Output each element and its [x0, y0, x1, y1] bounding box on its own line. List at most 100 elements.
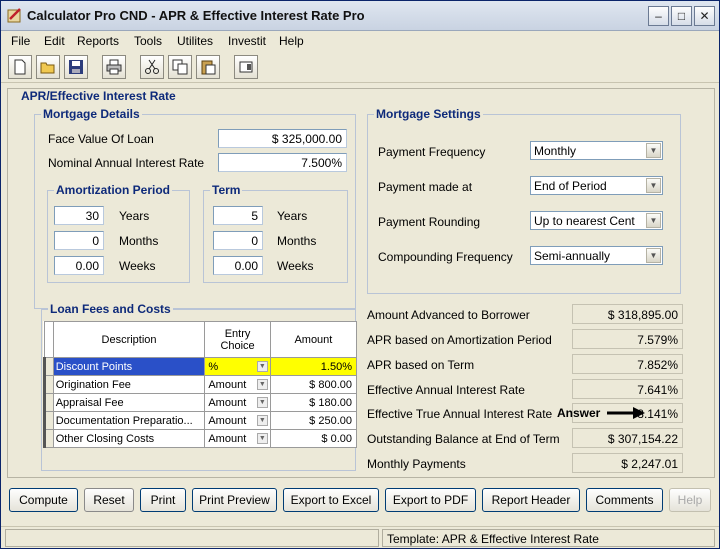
- term-years-label: Years: [277, 209, 308, 223]
- face-value-field[interactable]: $ 325,000.00: [218, 129, 347, 148]
- fee-amount[interactable]: $ 250.00: [269, 411, 358, 430]
- print-preview-button[interactable]: Print Preview: [192, 488, 277, 512]
- menu-bar: File Edit Reports Tools Utilites Investi…: [1, 31, 719, 51]
- amort-years-field[interactable]: 30: [54, 206, 104, 225]
- term-months-field[interactable]: 0: [213, 231, 263, 250]
- menu-edit[interactable]: Edit: [44, 34, 65, 48]
- menu-investit[interactable]: Investit: [228, 34, 266, 48]
- fee-choice[interactable]: Amount ▼: [204, 393, 271, 412]
- calculator-button[interactable]: [234, 55, 258, 79]
- arrow-right-icon: [607, 407, 645, 419]
- fee-amount[interactable]: $ 180.00: [269, 393, 358, 412]
- payment-frequency-select[interactable]: Monthly ▼: [530, 141, 663, 160]
- table-row[interactable]: Other Closing Costs Amount ▼ $ 0.00: [43, 429, 358, 448]
- paste-button[interactable]: [196, 55, 220, 79]
- fee-description[interactable]: Other Closing Costs: [52, 429, 206, 448]
- amortization-title: Amortization Period: [54, 183, 173, 197]
- menu-utilites[interactable]: Utilites: [177, 34, 213, 48]
- term-weeks-field[interactable]: 0.00: [213, 256, 263, 275]
- comments-button[interactable]: Comments: [586, 488, 663, 512]
- mortgage-details-group: Mortgage Details Face Value Of Loan $ 32…: [34, 107, 356, 309]
- open-button[interactable]: [36, 55, 60, 79]
- mortgage-settings-title: Mortgage Settings: [374, 107, 483, 121]
- fee-description[interactable]: Origination Fee: [52, 375, 206, 394]
- fee-amount[interactable]: 1.50%: [269, 357, 358, 376]
- maximize-button[interactable]: □: [671, 6, 692, 26]
- main-panel: APR/Effective Interest Rate Mortgage Det…: [7, 88, 715, 478]
- compounding-select[interactable]: Semi-annually ▼: [530, 246, 663, 265]
- report-header-button[interactable]: Report Header: [482, 488, 580, 512]
- mortgage-details-title: Mortgage Details: [41, 107, 142, 121]
- export-excel-button[interactable]: Export to Excel: [283, 488, 379, 512]
- table-row[interactable]: Discount Points % ▼ 1.50%: [43, 357, 358, 376]
- minimize-button[interactable]: –: [648, 6, 669, 26]
- title-bar: Calculator Pro CND - APR & Effective Int…: [1, 1, 719, 31]
- apr-amortization-value: 7.579%: [572, 329, 683, 349]
- header-entry: Entry: [224, 327, 251, 340]
- row-selector[interactable]: [43, 375, 54, 394]
- new-button[interactable]: [8, 55, 32, 79]
- menu-file[interactable]: File: [11, 34, 30, 48]
- status-left: [5, 529, 379, 547]
- chevron-down-icon: ▼: [256, 397, 268, 408]
- table-row[interactable]: Origination Fee Amount ▼ $ 800.00: [43, 375, 358, 394]
- fee-description[interactable]: Appraisal Fee: [52, 393, 206, 412]
- amount-advanced-value: $ 318,895.00: [572, 304, 683, 324]
- export-pdf-button[interactable]: Export to PDF: [385, 488, 476, 512]
- print-button[interactable]: [102, 55, 126, 79]
- term-title: Term: [210, 183, 243, 197]
- payment-rounding-select[interactable]: Up to nearest Cent ▼: [530, 211, 663, 230]
- menu-help[interactable]: Help: [279, 34, 304, 48]
- fee-amount[interactable]: $ 800.00: [269, 375, 358, 394]
- interest-rate-field[interactable]: 7.500%: [218, 153, 347, 172]
- row-selector[interactable]: [43, 411, 54, 430]
- save-icon: [69, 60, 83, 74]
- compounding-value: Semi-annually: [534, 249, 611, 263]
- amort-months-field[interactable]: 0: [54, 231, 104, 250]
- cut-icon: [145, 59, 159, 74]
- fee-choice[interactable]: Amount ▼: [204, 411, 271, 430]
- row-selector[interactable]: [43, 393, 54, 412]
- chevron-down-icon: ▼: [256, 361, 268, 372]
- fee-amount[interactable]: $ 0.00: [269, 429, 358, 448]
- open-icon: [40, 62, 55, 74]
- calculator-icon: [239, 61, 253, 73]
- menu-tools[interactable]: Tools: [134, 34, 162, 48]
- payment-made-select[interactable]: End of Period ▼: [530, 176, 663, 195]
- table-row[interactable]: Appraisal Fee Amount ▼ $ 180.00: [43, 393, 358, 412]
- close-button[interactable]: ✕: [694, 6, 715, 26]
- apr-term-label: APR based on Term: [367, 358, 475, 372]
- payment-frequency-value: Monthly: [534, 144, 577, 158]
- monthly-payments-value: $ 2,247.01: [572, 453, 683, 473]
- menu-reports[interactable]: Reports: [77, 34, 119, 48]
- save-button[interactable]: [64, 55, 88, 79]
- term-group: Term 5 Years 0 Months 0.00 Weeks: [203, 183, 348, 283]
- fee-choice[interactable]: Amount ▼: [204, 429, 271, 448]
- loan-fees-group: Loan Fees and Costs Description Entry Cho…: [41, 302, 358, 471]
- row-selector[interactable]: [43, 357, 54, 376]
- copy-button[interactable]: [168, 55, 192, 79]
- payment-frequency-label: Payment Frequency: [378, 145, 486, 159]
- help-button[interactable]: Help: [669, 488, 711, 512]
- term-years-field[interactable]: 5: [213, 206, 263, 225]
- status-template: Template: APR & Effective Interest Rate: [382, 529, 715, 547]
- balance-value: $ 307,154.22: [572, 428, 683, 448]
- row-selector[interactable]: [43, 429, 54, 448]
- fee-choice[interactable]: Amount ▼: [204, 375, 271, 394]
- chevron-down-icon: ▼: [646, 143, 661, 158]
- print-button[interactable]: Print: [140, 488, 186, 512]
- compute-button[interactable]: Compute: [9, 488, 78, 512]
- amort-weeks-field[interactable]: 0.00: [54, 256, 104, 275]
- header-entry-choice: Entry Choice: [204, 321, 271, 358]
- fee-choice[interactable]: % ▼: [204, 357, 271, 376]
- fee-choice-value: Amount: [208, 378, 247, 391]
- table-row[interactable]: Documentation Preparatio... Amount ▼ $ 25…: [43, 411, 358, 430]
- amount-advanced-label: Amount Advanced to Borrower: [367, 308, 530, 322]
- reset-button[interactable]: Reset: [84, 488, 134, 512]
- compounding-label: Compounding Frequency: [378, 250, 513, 264]
- payment-made-value: End of Period: [534, 179, 607, 193]
- cut-button[interactable]: [140, 55, 164, 79]
- term-weeks-label: Weeks: [277, 259, 314, 273]
- fee-description[interactable]: Documentation Preparatio...: [52, 411, 206, 430]
- fee-description[interactable]: Discount Points: [52, 357, 206, 376]
